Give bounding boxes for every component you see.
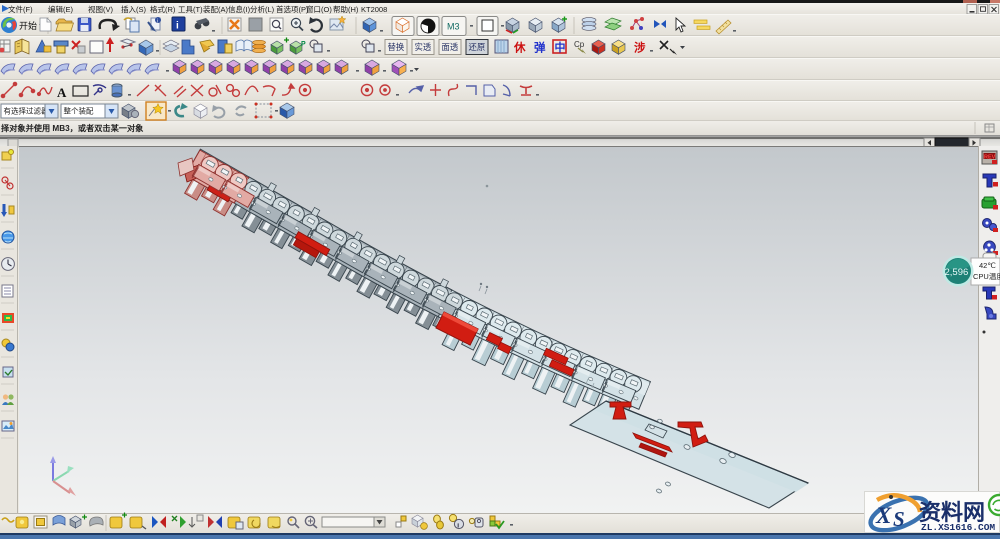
svg-text:S: S — [893, 507, 905, 531]
svg-text:X: X — [875, 503, 892, 528]
svg-text:ZL.XS1616.COM: ZL.XS1616.COM — [921, 522, 995, 533]
